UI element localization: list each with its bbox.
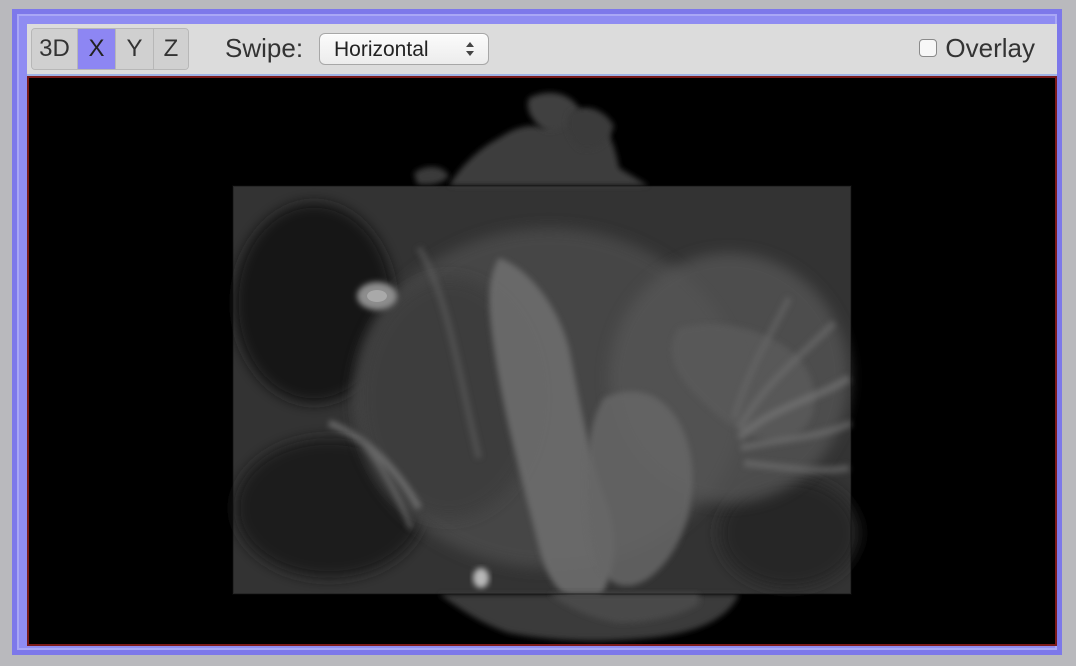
view-y-button[interactable]: Y <box>116 29 154 69</box>
swipe-select-value: Horizontal <box>334 38 429 61</box>
view-x-button[interactable]: X <box>78 29 116 69</box>
overlay-label: Overlay <box>945 33 1035 63</box>
view-mode-group: 3D X Y Z <box>31 28 189 70</box>
view-3d-button[interactable]: 3D <box>32 29 78 69</box>
brain-slice-image <box>29 78 1055 644</box>
overlay-toggle[interactable]: Overlay <box>919 31 1035 65</box>
swipe-label: Swipe: <box>225 33 304 63</box>
view-z-button[interactable]: Z <box>154 29 188 69</box>
toolbar: 3D X Y Z Swipe: Horizontal Overlay <box>27 24 1057 76</box>
overlay-checkbox[interactable] <box>919 39 938 57</box>
swipe-select[interactable]: Horizontal <box>319 33 489 65</box>
image-viewer[interactable] <box>27 76 1057 646</box>
select-arrows-icon <box>466 42 474 56</box>
viewer-frame: 3D X Y Z Swipe: Horizontal Overlay <box>12 9 1062 655</box>
